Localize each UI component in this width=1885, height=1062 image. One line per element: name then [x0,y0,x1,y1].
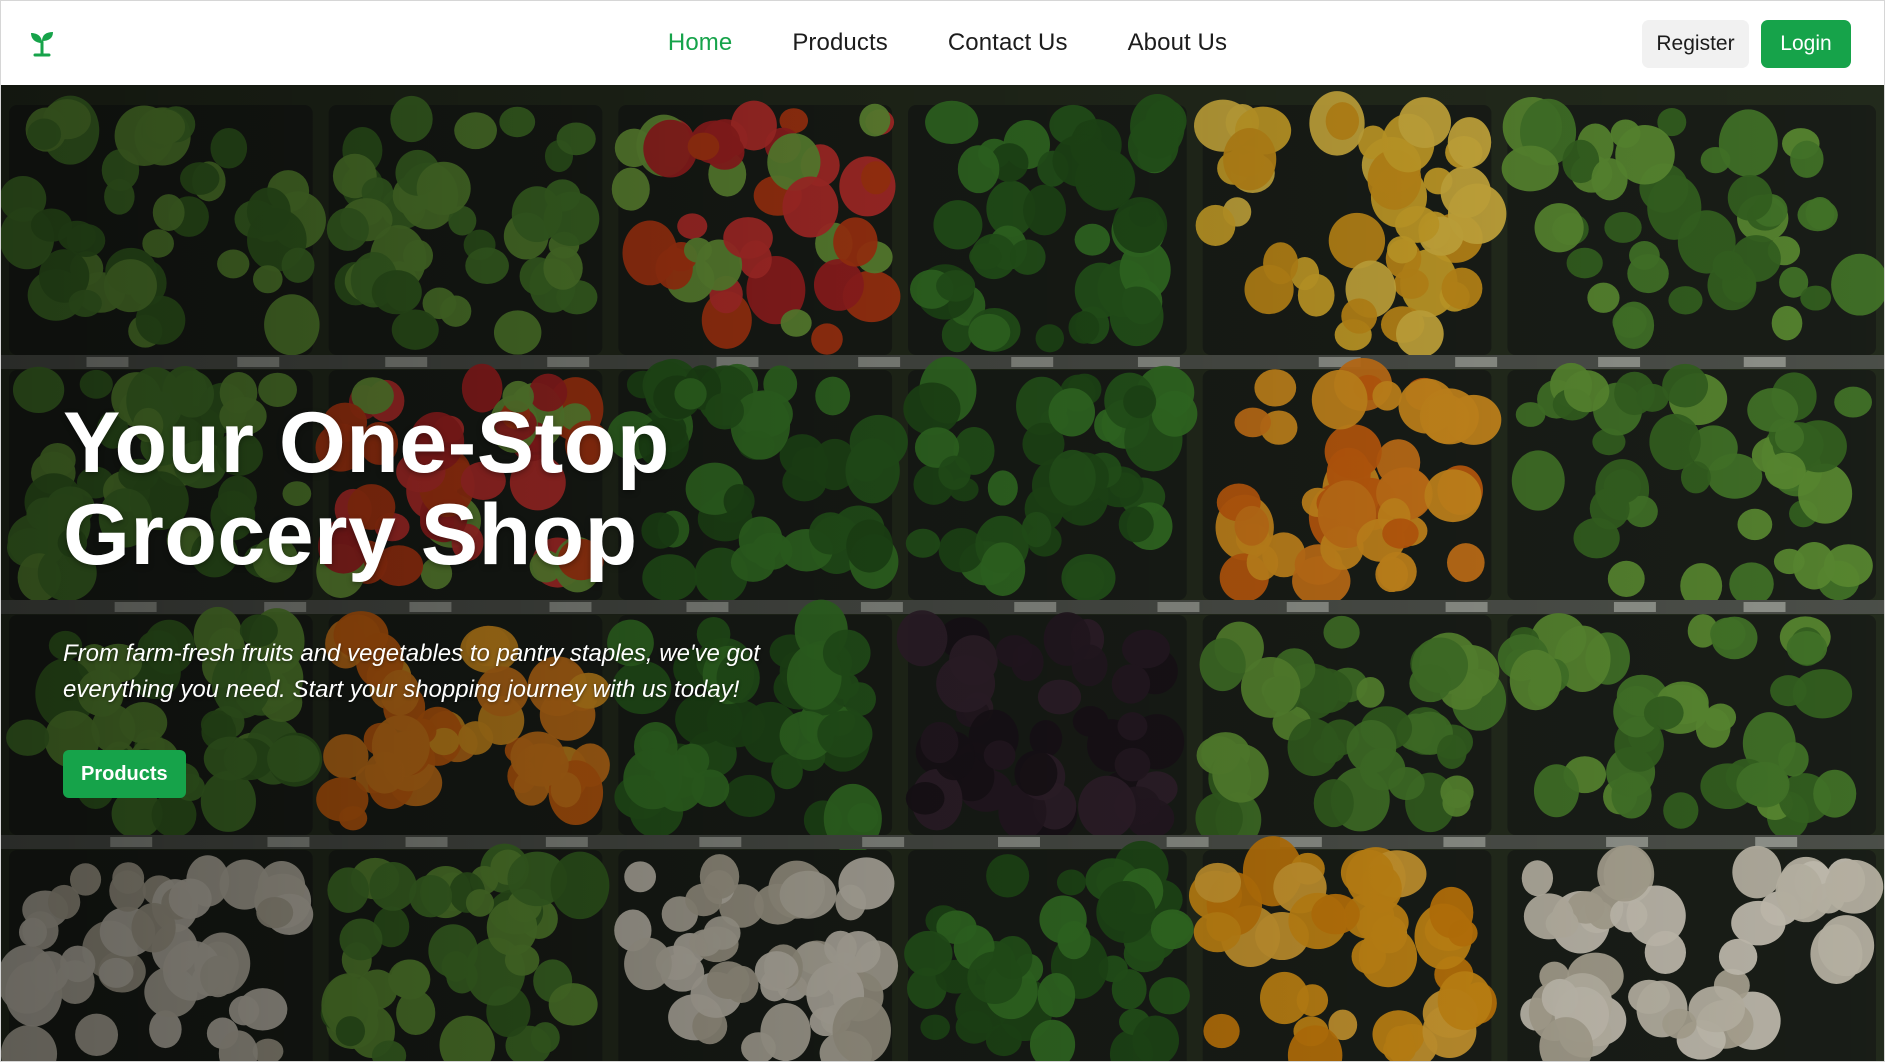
nav-link-about-us[interactable]: About Us [1128,29,1228,57]
hero-title-line-1: Your One-Stop [63,395,670,491]
hero-subtitle: From farm-fresh fruits and vegetables to… [63,640,760,703]
navbar: Home Products Contact Us About Us Regist… [1,1,1884,85]
nav-link-products[interactable]: Products [792,29,888,57]
sprout-icon[interactable] [27,28,57,58]
products-cta-button[interactable]: Products [63,750,186,798]
main-nav: Home Products Contact Us About Us [1,1,1884,85]
login-button[interactable]: Login [1761,20,1851,68]
register-button[interactable]: Register [1642,20,1749,68]
hero-title: Your One-Stop Grocery Shop [63,397,823,581]
hero-title-line-2: Grocery Shop [63,487,638,583]
nav-link-home[interactable]: Home [668,29,732,57]
nav-link-contact-us[interactable]: Contact Us [948,29,1068,57]
hero-section: Your One-Stop Grocery Shop From farm-fre… [1,85,1884,1061]
page: Home Products Contact Us About Us Regist… [0,0,1885,1062]
auth-actions: Register Login [1642,20,1851,68]
hero-content: Your One-Stop Grocery Shop From farm-fre… [63,397,943,798]
